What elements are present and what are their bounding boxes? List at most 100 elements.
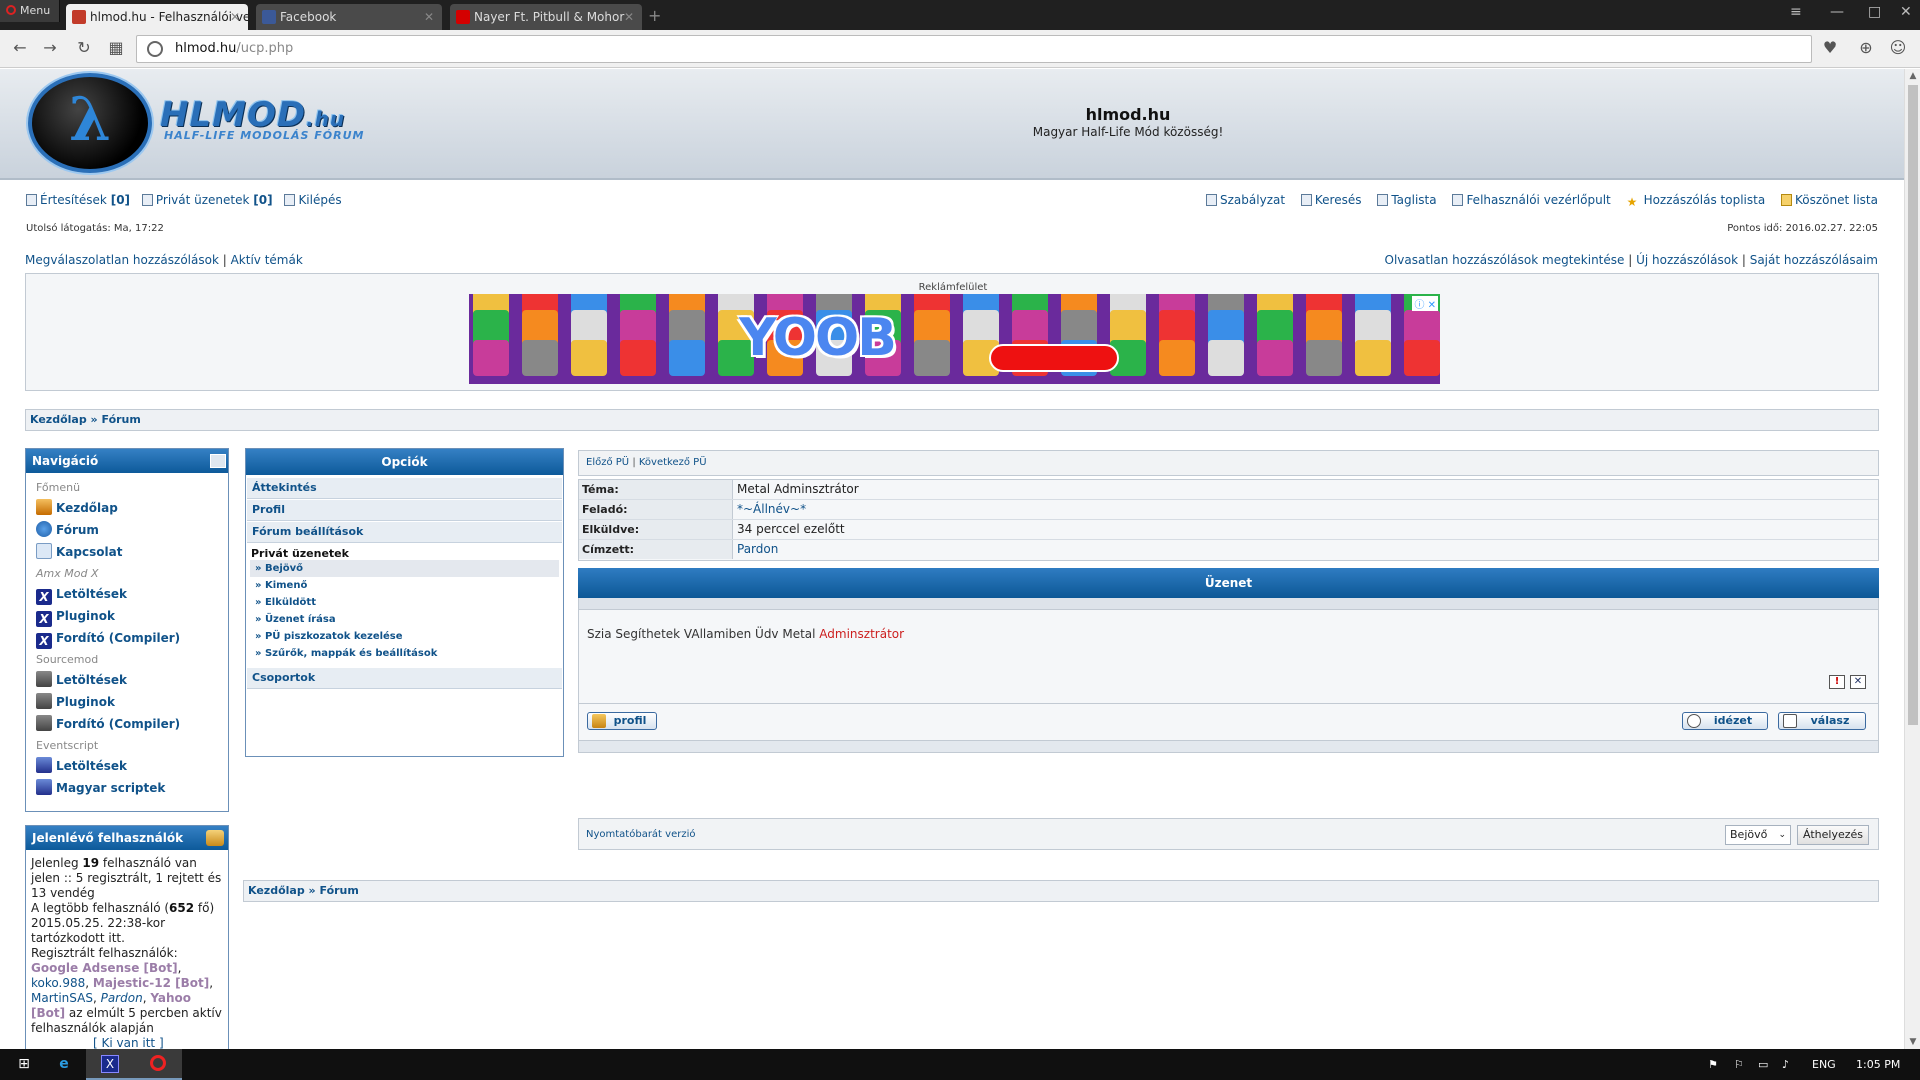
page-scrollbar[interactable]: ▲ ▼: [1904, 69, 1920, 1049]
nav-item-amx-compiler[interactable]: X Fordító (Compiler): [36, 627, 228, 649]
report-icon[interactable]: !: [1829, 675, 1845, 689]
back-icon[interactable]: ←: [10, 38, 30, 58]
user-link[interactable]: Pardon: [101, 991, 143, 1005]
members-link[interactable]: Taglista: [1377, 193, 1437, 207]
scrollbar-thumb[interactable]: [1908, 85, 1918, 725]
amx-taskbar-icon[interactable]: X: [86, 1049, 134, 1080]
close-tab-icon[interactable]: ✕: [230, 4, 240, 30]
breadcrumb-home[interactable]: Kezdőlap: [248, 884, 305, 897]
users-icon: [206, 830, 224, 846]
pm-filters-link[interactable]: » Szűrők, mappák és beállítások: [250, 645, 559, 662]
own-posts-link[interactable]: Saját hozzászólásaim: [1750, 253, 1878, 267]
internet-explorer-icon[interactable]: e: [40, 1049, 88, 1080]
pm-compose-link[interactable]: » Üzenet írása: [250, 611, 559, 628]
pm-drafts-link[interactable]: » PÜ piszkozatok kezelése: [250, 628, 559, 645]
breadcrumb-forum[interactable]: Fórum: [320, 884, 359, 897]
tab-profile[interactable]: Profil: [247, 500, 562, 521]
thanks-list-link[interactable]: Köszönet lista: [1781, 193, 1878, 207]
user-link[interactable]: Google Adsense [Bot]: [31, 961, 178, 975]
address-bar[interactable]: hlmod.hu/ucp.php: [136, 35, 1812, 63]
user-link[interactable]: koko.988: [31, 976, 85, 990]
folder-select[interactable]: Bejövő ⌄: [1725, 825, 1791, 845]
nav-item-src-downloads[interactable]: Letöltések: [36, 669, 228, 691]
pm-link[interactable]: Privát üzenetek [0]: [141, 193, 273, 207]
user-link[interactable]: MartinSAS: [31, 991, 93, 1005]
close-window-icon[interactable]: ✕: [1900, 4, 1912, 20]
quote-button[interactable]: idézet: [1682, 712, 1768, 730]
close-tab-icon[interactable]: ✕: [624, 4, 634, 30]
pm-outbox-link[interactable]: » Kimenő: [250, 577, 559, 594]
tray-flag-icon[interactable]: ⚐: [1734, 1049, 1744, 1080]
new-posts-link[interactable]: Új hozzászólások: [1636, 253, 1738, 267]
sender-link[interactable]: *~Állnév~*: [737, 500, 806, 519]
rules-link[interactable]: Szabályzat: [1206, 193, 1285, 207]
speed-dial-icon[interactable]: ▦: [106, 38, 126, 58]
opera-taskbar-icon[interactable]: [134, 1049, 182, 1080]
breadcrumb-home[interactable]: Kezdőlap: [30, 413, 87, 426]
nav-item-evt-scripts[interactable]: Magyar scriptek: [36, 777, 228, 799]
reload-icon[interactable]: ↻: [74, 38, 94, 58]
nav-item-src-compiler[interactable]: Fordító (Compiler): [36, 713, 228, 735]
tray-volume-icon[interactable]: ♪: [1782, 1049, 1789, 1080]
nav-item-contact[interactable]: Kapcsolat: [36, 541, 228, 563]
ad-info-icon[interactable]: ⓘ ✕: [1412, 296, 1438, 311]
ad-game-tile: [473, 340, 509, 376]
bookmark-heart-icon[interactable]: ♥: [1820, 38, 1840, 58]
reply-button[interactable]: válasz: [1778, 712, 1866, 730]
tab-hlmod[interactable]: hlmod.hu - Felhasználói vez ✕: [66, 4, 248, 30]
clock[interactable]: 1:05 PM: [1856, 1049, 1900, 1080]
scroll-down-icon[interactable]: ▼: [1905, 1037, 1920, 1047]
nav-item-amx-plugins[interactable]: X Pluginok: [36, 605, 228, 627]
notifications-link[interactable]: Értesítések [0]: [26, 193, 130, 207]
nav-item-amx-downloads[interactable]: X Letöltések: [36, 583, 228, 605]
minimize-icon[interactable]: —: [1830, 4, 1844, 20]
close-tab-icon[interactable]: ✕: [424, 4, 434, 30]
ad-label: Reklámfelület: [918, 282, 988, 293]
tab-forum-settings[interactable]: Fórum beállítások: [247, 522, 562, 543]
prev-pm-link[interactable]: Előző PÜ: [586, 457, 629, 468]
ad-play-button[interactable]: [989, 344, 1119, 372]
forward-icon[interactable]: →: [40, 38, 60, 58]
tab-menu-icon[interactable]: ≡: [1790, 4, 1802, 20]
delete-icon[interactable]: ✕: [1850, 675, 1866, 689]
site-info-icon[interactable]: [147, 41, 163, 57]
tab-overview[interactable]: Áttekintés: [247, 478, 562, 499]
online-users-header: Jelenlévő felhasználók: [26, 826, 228, 850]
profile-button[interactable]: profil: [587, 712, 657, 730]
pm-sent-link[interactable]: » Elküldött: [250, 594, 559, 611]
unread-link[interactable]: Olvasatlan hozzászólások megtekintése: [1385, 253, 1625, 267]
tab-facebook[interactable]: Facebook ✕: [256, 4, 442, 30]
pm-inbox-link[interactable]: » Bejövő: [250, 560, 559, 577]
page-viewport: λ HLMOD.hu HALF-LIFE MODOLÁS FÓRUM hlmod…: [0, 69, 1904, 1049]
unanswered-link[interactable]: Megválaszolatlan hozzászólások: [25, 253, 219, 267]
collapse-icon[interactable]: [210, 454, 226, 468]
top-posters-link[interactable]: ★ Hozzászólás toplista: [1627, 193, 1766, 209]
recipient-link[interactable]: Pardon: [737, 540, 778, 559]
search-link[interactable]: Keresés: [1300, 193, 1361, 207]
nav-item-src-plugins[interactable]: Pluginok: [36, 691, 228, 713]
maximize-icon[interactable]: □: [1868, 4, 1881, 20]
tab-youtube[interactable]: Nayer Ft. Pitbull & Mohor ✕: [450, 4, 642, 30]
ucp-link[interactable]: Felhasználói vezérlőpult: [1452, 193, 1611, 207]
tray-network-icon[interactable]: ▭: [1758, 1049, 1768, 1080]
browser-menu-button[interactable]: Menu: [0, 0, 60, 22]
active-topics-link[interactable]: Aktív témák: [231, 253, 303, 267]
next-pm-link[interactable]: Következő PÜ: [639, 457, 707, 468]
who-is-here-link[interactable]: [ Ki van itt ]: [31, 1036, 164, 1049]
user-link[interactable]: Majestic-12 [Bot]: [93, 976, 209, 990]
account-icon[interactable]: ☺: [1888, 38, 1908, 58]
breadcrumb-forum[interactable]: Fórum: [102, 413, 141, 426]
new-tab-icon[interactable]: +: [648, 6, 661, 25]
tab-groups[interactable]: Csoportok: [247, 668, 562, 689]
nav-item-home[interactable]: Kezdőlap: [36, 497, 228, 519]
ad-banner[interactable]: YOOB ⓘ ✕: [469, 294, 1440, 384]
language-indicator[interactable]: ENG: [1812, 1049, 1836, 1080]
move-button[interactable]: Áthelyezés: [1797, 825, 1869, 845]
logout-link[interactable]: Kilépés: [284, 193, 342, 207]
nav-item-forum[interactable]: Fórum: [36, 519, 228, 541]
scroll-up-icon[interactable]: ▲: [1905, 71, 1920, 81]
print-link[interactable]: Nyomtatóbarát verzió: [586, 829, 696, 840]
nav-item-evt-downloads[interactable]: Letöltések: [36, 755, 228, 777]
tray-people-icon[interactable]: ⚑: [1708, 1049, 1718, 1080]
downloads-icon[interactable]: ⊕: [1856, 38, 1876, 58]
